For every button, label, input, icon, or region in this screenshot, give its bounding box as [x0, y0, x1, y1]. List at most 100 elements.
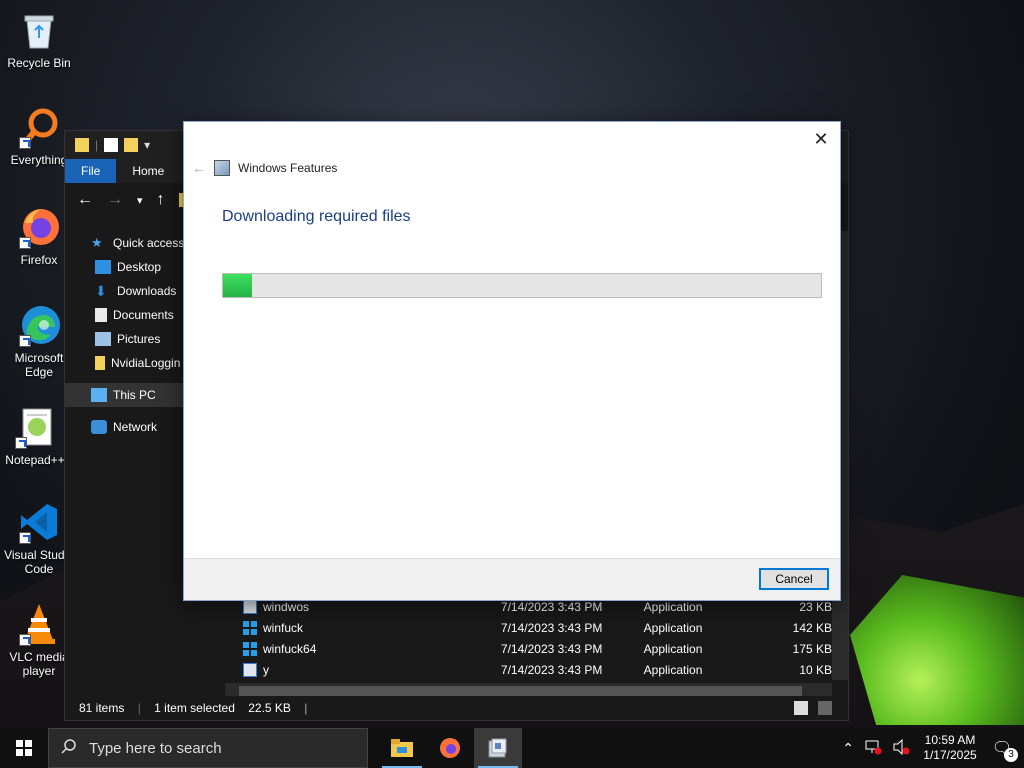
file-date: 7/14/2023 3:43 PM — [500, 662, 603, 677]
file-date: 7/14/2023 3:43 PM — [500, 599, 603, 614]
sidebar-item-documents[interactable]: Documents — [65, 303, 183, 327]
sidebar-item-label: Downloads — [117, 284, 177, 298]
file-date: 7/14/2023 3:43 PM — [500, 641, 603, 656]
shortcut-arrow-icon — [19, 237, 31, 249]
windows-features-icon — [214, 160, 230, 176]
dialog-footer: Cancel — [184, 558, 840, 600]
file-type: Application — [643, 662, 703, 677]
tab-file[interactable]: File — [65, 159, 117, 183]
table-row[interactable]: winfuck 7/14/2023 3:43 PM Application 14… — [225, 617, 832, 638]
back-arrow-icon[interactable]: ← — [192, 160, 206, 176]
file-type: Application — [643, 599, 703, 614]
forward-arrow-icon[interactable]: → — [107, 191, 123, 209]
details-view-icon[interactable] — [794, 701, 808, 715]
search-icon — [61, 738, 77, 758]
file-name: winfuck64 — [263, 641, 317, 656]
file-size: 142 KB — [792, 620, 833, 635]
shortcut-arrow-icon — [19, 532, 31, 544]
chevron-up-icon[interactable]: ⌃ — [842, 740, 854, 757]
desktop-folder-icon — [95, 260, 111, 274]
sidebar-item-label: This PC — [113, 388, 156, 402]
file-type: Application — [643, 641, 703, 656]
scrollbar-thumb[interactable] — [239, 686, 802, 696]
file-explorer-icon — [391, 739, 413, 757]
new-folder-icon[interactable] — [124, 138, 139, 152]
file-size: 175 KB — [792, 641, 833, 656]
recent-locations-chevron-icon[interactable]: ▾ — [137, 194, 143, 207]
navigation-pane: ★ Quick access Desktop ⬇ Downloads Docum… — [65, 231, 183, 696]
item-count: 81 items — [79, 701, 125, 715]
progress-fill — [223, 274, 252, 297]
desktop-icon-label: Recycle Bin — [7, 56, 71, 70]
clock[interactable]: 10:59 AM 1/17/2025 — [920, 733, 980, 763]
application-icon — [243, 662, 257, 677]
downloads-icon: ⬇ — [95, 283, 107, 299]
properties-icon[interactable] — [104, 138, 119, 152]
file-date: 7/14/2023 3:43 PM — [500, 620, 603, 635]
file-name: winfuck — [263, 620, 304, 635]
sidebar-item-desktop[interactable]: Desktop — [65, 255, 183, 279]
shortcut-arrow-icon — [19, 335, 31, 347]
large-icons-view-icon[interactable] — [818, 701, 832, 715]
sidebar-item-label: Network — [113, 420, 158, 434]
sidebar-item-network[interactable]: Network — [65, 415, 183, 439]
dialog-header: ← Windows Features — [192, 160, 337, 176]
dialog-heading: Downloading required files — [222, 208, 411, 225]
folder-icon — [95, 356, 105, 370]
windows-logo-icon — [16, 740, 32, 756]
windows-features-icon — [488, 738, 507, 758]
firefox-icon — [17, 205, 61, 249]
desktop-icon-notepad-plus-plus[interactable]: Notepad++ — [0, 405, 73, 467]
star-icon: ★ — [91, 235, 103, 250]
separator: | — [304, 701, 308, 715]
pictures-icon — [95, 332, 111, 346]
separator: | — [95, 138, 99, 152]
desktop-icon-label: Notepad++ — [5, 453, 65, 467]
file-type: Application — [643, 620, 703, 635]
windows-features-dialog[interactable]: ✕ ← Windows Features Downloading require… — [183, 121, 841, 601]
search-box[interactable]: Type here to search — [48, 728, 368, 768]
folder-icon — [75, 138, 89, 152]
sidebar-item-label: Pictures — [117, 332, 161, 346]
sidebar-item-this-pc[interactable]: This PC — [65, 383, 183, 407]
table-row[interactable]: y 7/14/2023 3:43 PM Application 10 KB — [225, 659, 832, 680]
sidebar-item-label: NvidiaLoggin — [111, 356, 181, 370]
shortcut-arrow-icon — [15, 437, 27, 449]
back-arrow-icon[interactable]: ← — [77, 191, 93, 209]
sidebar-item-label: Desktop — [117, 260, 162, 274]
separator: | — [137, 701, 141, 715]
taskbar-windows-features[interactable] — [474, 728, 522, 768]
up-arrow-icon[interactable]: ↑ — [157, 191, 165, 209]
taskbar-firefox[interactable] — [426, 728, 474, 768]
this-pc-icon — [91, 388, 107, 402]
volume-muted-icon[interactable] — [892, 738, 910, 758]
file-list: windwos 7/14/2023 3:43 PM Application 23… — [225, 596, 832, 680]
close-button[interactable]: ✕ — [810, 128, 832, 150]
taskbar-file-explorer[interactable] — [378, 728, 426, 768]
cancel-button[interactable]: Cancel — [759, 568, 829, 590]
desktop-icon-recycle-bin[interactable]: Recycle Bin — [1, 8, 77, 70]
firefox-icon — [440, 738, 460, 758]
dialog-title: Windows Features — [238, 161, 338, 175]
clock-date: 1/17/2025 — [923, 748, 977, 762]
start-button[interactable] — [0, 728, 48, 768]
documents-icon — [95, 308, 107, 322]
customize-chevron-icon[interactable]: ▾ — [144, 138, 150, 152]
everything-search-icon — [17, 105, 61, 149]
sidebar-item-pictures[interactable]: Pictures — [65, 327, 183, 351]
sidebar-item-label: Quick access — [113, 236, 183, 250]
sidebar-item-nvidialoggin[interactable]: NvidiaLoggin — [65, 351, 183, 375]
clock-time: 10:59 AM — [924, 733, 976, 747]
notification-badge: 3 — [1004, 748, 1018, 762]
tab-home[interactable]: Home — [116, 159, 180, 183]
sidebar-item-quick-access[interactable]: ★ Quick access — [65, 231, 183, 255]
vlc-icon — [17, 602, 61, 646]
taskbar: Type here to search ⌃ 10:59 AM 1/17/2025… — [0, 728, 1024, 768]
sidebar-item-downloads[interactable]: ⬇ Downloads — [65, 279, 183, 303]
table-row[interactable]: winfuck64 7/14/2023 3:43 PM Application … — [225, 638, 832, 659]
notification-center-button[interactable]: 🗨 3 — [990, 736, 1018, 762]
windows-logo-icon — [243, 641, 257, 656]
network-status-icon[interactable] — [864, 739, 882, 758]
shortcut-arrow-icon — [19, 137, 31, 149]
file-name: windwos — [263, 599, 310, 614]
